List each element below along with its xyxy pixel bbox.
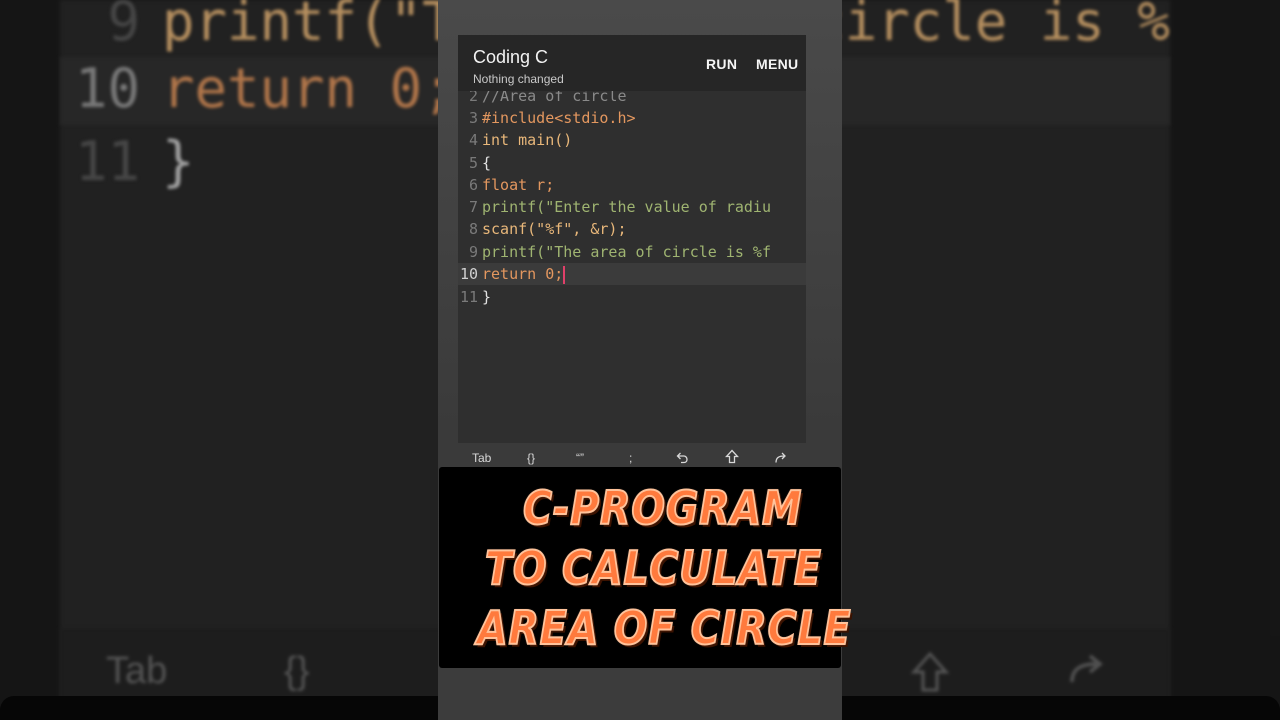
code-editor[interactable]: 2//Area of circle 3 #include<stdio.h> 4 in…	[458, 91, 806, 443]
code-line: 5{	[468, 154, 492, 172]
banner-line-2: TO CALCULATE	[484, 540, 822, 596]
code-line: 3 #include<stdio.h>	[468, 109, 636, 127]
coding-c-app: Coding C Nothing changed RUN MENU 2//Are…	[458, 35, 806, 470]
title-banner: C-PROGRAM TO CALCULATE AREA OF CIRCLE	[439, 467, 851, 668]
banner-line-3: AREA OF CIRCLE	[476, 600, 852, 656]
braces-key[interactable]: {}	[527, 451, 535, 465]
code-line: 2//Area of circle	[468, 91, 627, 105]
app-toolbar: Coding C Nothing changed RUN MENU	[458, 35, 806, 91]
banner-line-1: C-PROGRAM	[522, 480, 803, 536]
undo-icon[interactable]	[675, 450, 689, 467]
shift-icon[interactable]	[725, 449, 739, 467]
run-button[interactable]: RUN	[706, 56, 737, 72]
code-line: 7 printf("Enter the value of radiu	[468, 198, 771, 216]
code-line: 11}	[459, 288, 492, 306]
tab-key[interactable]: Tab	[472, 451, 491, 465]
quotes-key[interactable]: “”	[576, 451, 584, 465]
code-line: 4 int main()	[468, 131, 573, 149]
code-line: 8 scanf("%f", &r);	[468, 220, 627, 238]
code-line-active: 10 return 0;	[458, 263, 806, 285]
app-status: Nothing changed	[473, 72, 564, 86]
symbol-keybar: Tab {} “” ;	[458, 443, 806, 470]
semicolon-key[interactable]: ;	[629, 451, 632, 465]
code-line: 9 printf("The area of circle is %f	[468, 243, 771, 261]
app-title: Coding C	[473, 47, 549, 67]
redo-icon[interactable]	[774, 450, 788, 467]
code-line: 6 float r;	[468, 176, 555, 194]
text-cursor	[563, 265, 566, 284]
menu-button[interactable]: MENU	[756, 56, 798, 72]
